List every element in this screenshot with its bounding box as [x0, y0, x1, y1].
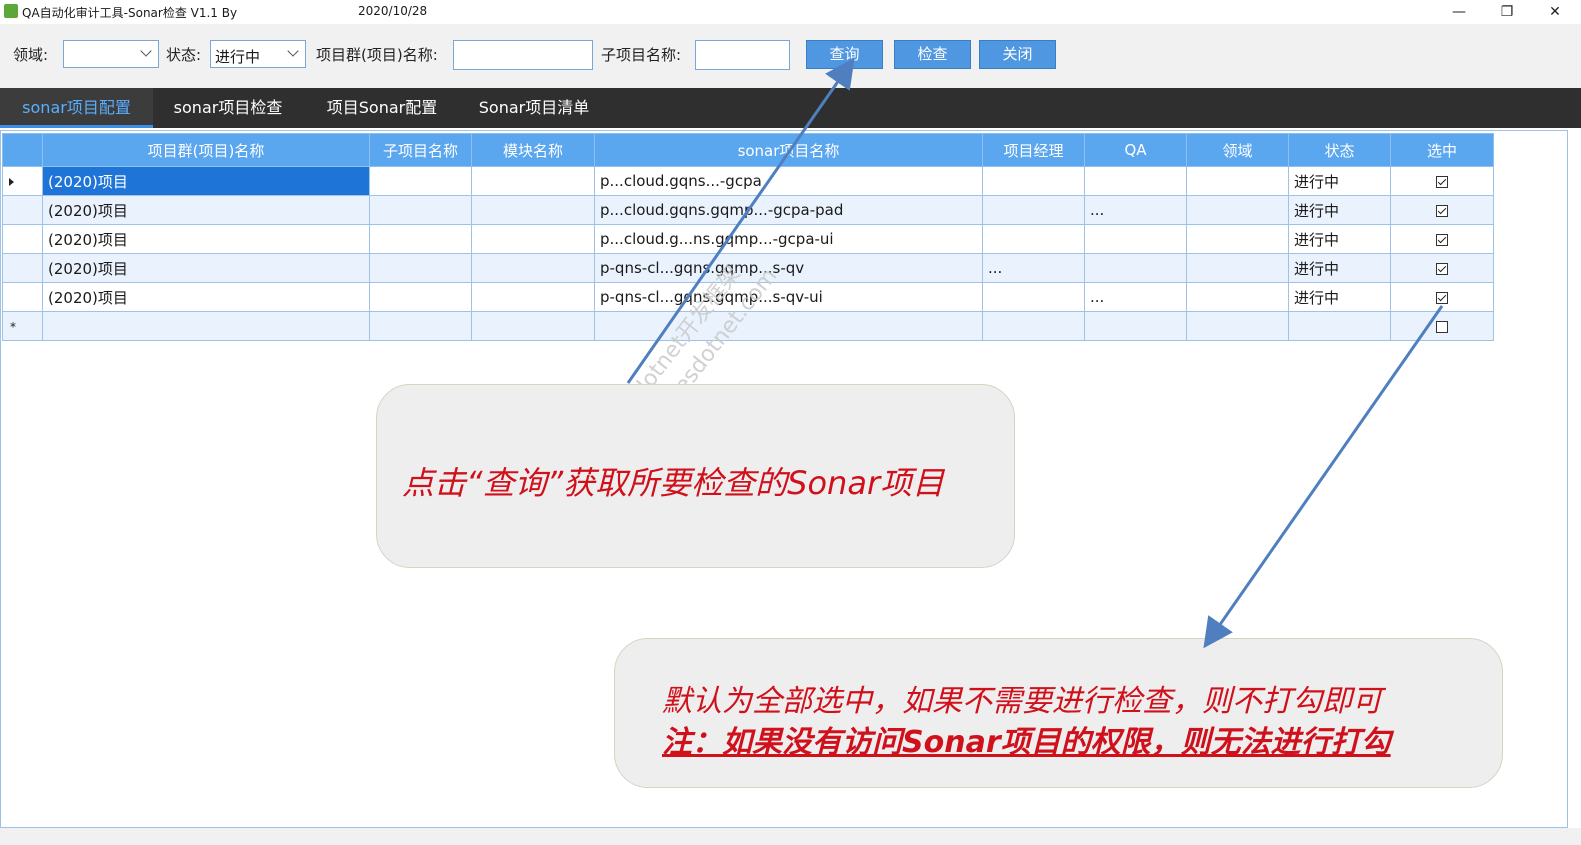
annotation-arrows	[626, 57, 1444, 649]
arrow-to-selection-callout	[1203, 305, 1444, 649]
arrow-to-query-button	[626, 57, 855, 384]
status-bar	[0, 828, 1581, 845]
